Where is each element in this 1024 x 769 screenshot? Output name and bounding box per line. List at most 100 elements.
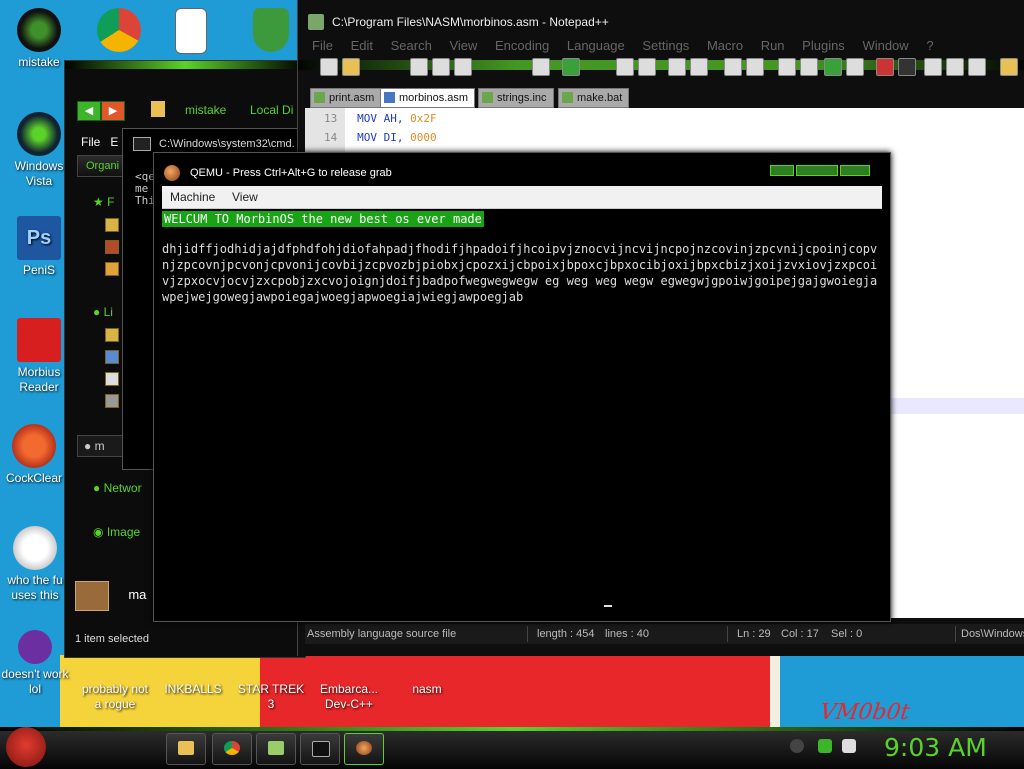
maximize-button[interactable] [796, 165, 838, 176]
doc-map-icon[interactable] [846, 58, 864, 76]
back-arrow-icon[interactable]: ◀ [77, 101, 101, 121]
menu-file[interactable]: File [312, 38, 333, 53]
notepad-title: C:\Program Files\NASM\morbinos.asm - Not… [332, 15, 609, 29]
explorer-address-drive[interactable]: Local Di [250, 103, 293, 117]
stop-macro-icon[interactable] [898, 58, 916, 76]
qemu-display[interactable]: WELCUM TO MorbinOS the new best os ever … [162, 209, 882, 617]
indent-guide-icon[interactable] [824, 58, 842, 76]
cmd-icon [312, 741, 330, 757]
cmd-title: C:\Windows\system32\cmd. [159, 138, 295, 150]
desktop-icon-star-trek[interactable]: STAR TREK 3 [236, 652, 306, 712]
menu-view[interactable]: View [449, 38, 477, 53]
sidebar-item[interactable] [105, 393, 119, 408]
desktop-icon-chrome[interactable] [84, 8, 154, 55]
network-icon[interactable] [818, 739, 832, 753]
paste-icon[interactable] [532, 58, 550, 76]
save-all-icon[interactable] [432, 58, 450, 76]
desktop-icon-inkballs[interactable]: INKBALLS [158, 652, 228, 697]
zoom-in-icon[interactable] [668, 58, 686, 76]
sidebar-item[interactable] [105, 261, 119, 276]
sidebar-item[interactable] [105, 327, 119, 342]
show-chars-icon[interactable] [800, 58, 818, 76]
menu-search[interactable]: Search [391, 38, 432, 53]
desktop-icon-security[interactable] [236, 8, 306, 55]
folder-icon [151, 101, 165, 117]
sync-h-icon[interactable] [746, 58, 764, 76]
menu-settings[interactable]: Settings [642, 38, 689, 53]
desktop-icon-unknown[interactable]: who the fu uses this [0, 526, 70, 603]
menu-encoding[interactable]: Encoding [495, 38, 549, 53]
qemu-title: QEMU - Press Ctrl+Alt+G to release grab [190, 167, 392, 179]
sync-v-icon[interactable] [724, 58, 742, 76]
chrome-icon [224, 741, 240, 755]
print-icon[interactable] [454, 58, 472, 76]
ccleaner-icon [12, 424, 56, 468]
selected-file-item[interactable]: ma [75, 581, 146, 611]
tab-strings-inc[interactable]: strings.inc [478, 88, 554, 108]
menu-help[interactable]: ? [926, 38, 933, 53]
wrap-icon[interactable] [778, 58, 796, 76]
play-macro-icon[interactable] [924, 58, 942, 76]
folder-as-workspace-icon[interactable] [1000, 58, 1018, 76]
shield-icon [253, 8, 289, 52]
taskbar-chrome[interactable] [212, 733, 252, 765]
sidebar-item[interactable] [105, 371, 119, 386]
desktop-icon-solitaire[interactable] [156, 8, 226, 57]
qemu-window[interactable]: QEMU - Press Ctrl+Alt+G to release grab … [153, 152, 891, 622]
photoshop-icon: Ps [17, 216, 61, 260]
status-ln: Ln : 29 [737, 628, 771, 640]
status-length: length : 454 [537, 628, 595, 640]
desktop-icon-nasm[interactable]: nasm [392, 652, 462, 697]
run-macro-multiple-icon[interactable] [946, 58, 964, 76]
desktop-icon-ccleaner[interactable]: CockClear [0, 424, 72, 486]
forward-arrow-icon[interactable]: ▶ [101, 101, 125, 121]
notepad-icon [308, 14, 324, 30]
desktop-icon-dev-cpp[interactable]: Embarca... Dev-C++ [314, 652, 384, 712]
taskbar-qemu[interactable] [344, 733, 384, 765]
chrome-icon [97, 8, 141, 52]
tab-make-bat[interactable]: make.bat [558, 88, 630, 108]
menu-run[interactable]: Run [761, 38, 785, 53]
find-icon[interactable] [616, 58, 634, 76]
sidebar-item[interactable] [105, 239, 119, 254]
tray-expand-icon[interactable] [790, 739, 804, 753]
menu-plugins[interactable]: Plugins [802, 38, 845, 53]
os-welcome-banner: WELCUM TO MorbinOS the new best os ever … [162, 211, 484, 227]
tab-morbinos-asm[interactable]: morbinos.asm [380, 88, 476, 108]
menu-language[interactable]: Language [567, 38, 625, 53]
new-file-icon[interactable] [320, 58, 338, 76]
clock[interactable]: 9:03 AM [884, 733, 987, 762]
taskbar-explorer[interactable] [166, 733, 206, 765]
sidebar-libraries[interactable]: ● Li [93, 305, 113, 319]
sidebar-favorites[interactable]: ★ F [93, 195, 114, 209]
record-macro-icon[interactable] [876, 58, 894, 76]
close-button[interactable] [840, 165, 870, 176]
save-macro-icon[interactable] [968, 58, 986, 76]
desktop-icon-yahoo[interactable]: doesn't work lol [0, 630, 70, 697]
status-eol: Dos\Windows [961, 628, 1024, 640]
sidebar-item[interactable] [105, 349, 119, 364]
sidebar-item[interactable] [105, 217, 119, 232]
save-icon[interactable] [410, 58, 428, 76]
replace-icon[interactable] [638, 58, 656, 76]
menu-machine[interactable]: Machine [170, 190, 215, 204]
package-icon [75, 581, 109, 611]
minimize-button[interactable] [770, 165, 794, 176]
taskbar-notepad[interactable] [256, 733, 296, 765]
explorer-menu-file[interactable]: File E [81, 135, 118, 149]
menu-macro[interactable]: Macro [707, 38, 743, 53]
menu-window[interactable]: Window [862, 38, 908, 53]
zoom-out-icon[interactable] [690, 58, 708, 76]
menu-view[interactable]: View [232, 190, 258, 204]
volume-icon[interactable] [842, 739, 856, 753]
sidebar-image[interactable]: ◉ Image [93, 525, 140, 539]
sidebar-network[interactable]: ● Networ [93, 481, 142, 495]
open-folder-icon[interactable] [342, 58, 360, 76]
explorer-address-folder[interactable]: mistake [185, 103, 226, 117]
tab-print-asm[interactable]: print.asm [310, 88, 382, 108]
taskbar-cmd[interactable] [300, 733, 340, 765]
desktop-icon-rogue[interactable]: probably not a rogue [80, 652, 150, 712]
menu-edit[interactable]: Edit [351, 38, 373, 53]
start-button[interactable] [6, 727, 46, 767]
redo-icon[interactable] [562, 58, 580, 76]
